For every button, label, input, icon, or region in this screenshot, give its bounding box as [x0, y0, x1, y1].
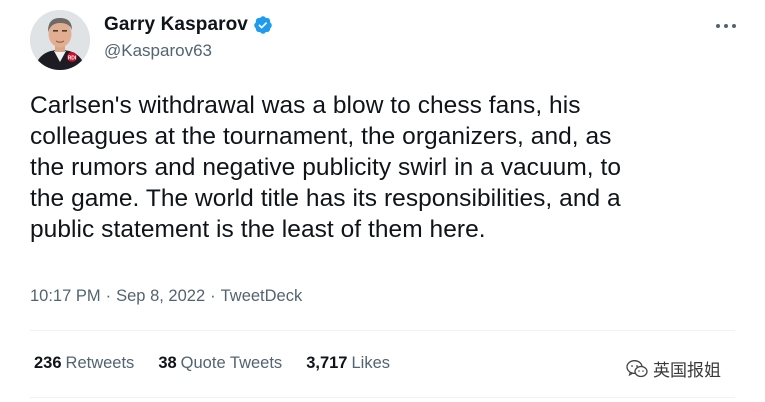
quote-tweets-count: 38: [158, 354, 177, 372]
meta-separator: ·: [210, 287, 216, 305]
retweets-label: Retweets: [65, 354, 135, 372]
quote-tweets-label: Quote Tweets: [180, 354, 283, 372]
tweet-source-link[interactable]: TweetDeck: [221, 287, 303, 306]
username-handle[interactable]: @Kasparov63: [104, 41, 212, 61]
engagement-stats: 236 Retweets 38 Quote Tweets 3,717 Likes: [34, 354, 414, 373]
quote-tweets-stat[interactable]: 38 Quote Tweets: [158, 354, 282, 373]
tweet-card: RDI Garry Kasparov @Kasparov63 Carlsen's…: [0, 0, 765, 402]
retweets-stat[interactable]: 236 Retweets: [34, 354, 134, 373]
svg-text:RDI: RDI: [68, 55, 77, 61]
wechat-icon: [626, 359, 648, 377]
likes-stat[interactable]: 3,717 Likes: [306, 354, 390, 373]
display-name[interactable]: Garry Kasparov: [104, 14, 248, 36]
more-options-button[interactable]: [712, 14, 740, 38]
watermark-text: 英国报姐: [653, 361, 721, 381]
verified-badge-icon: [253, 15, 273, 35]
divider: [30, 330, 735, 331]
author-name-row: Garry Kasparov: [104, 14, 273, 36]
watermark: 英国报姐: [626, 356, 721, 381]
avatar[interactable]: RDI: [30, 10, 90, 70]
tweet-time[interactable]: 10:17 PM: [30, 287, 101, 306]
meta-separator: ·: [105, 287, 112, 305]
retweets-count: 236: [34, 354, 62, 372]
divider: [30, 397, 735, 398]
likes-count: 3,717: [306, 354, 348, 372]
tweet-text: Carlsen's withdrawal was a blow to chess…: [30, 92, 622, 243]
more-dots-icon: [716, 24, 736, 28]
tweet-date[interactable]: Sep 8, 2022: [116, 287, 205, 306]
likes-label: Likes: [351, 354, 391, 372]
tweet-meta: 10:17 PM · Sep 8, 2022 · TweetDeck: [30, 287, 302, 306]
profile-photo: RDI: [30, 10, 90, 70]
